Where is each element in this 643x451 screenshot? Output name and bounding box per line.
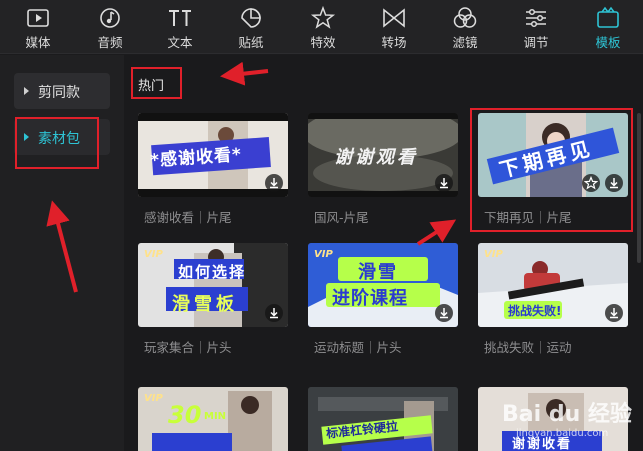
arrow-to-hot <box>220 61 269 86</box>
annotation-arrows <box>46 61 457 293</box>
arrow-to-template <box>416 219 457 246</box>
watermark: Bai du 经验 jingyan.baidu.com <box>498 394 638 446</box>
arrow-to-material-pack <box>46 200 78 293</box>
watermark-url: jingyan.baidu.com <box>516 428 609 439</box>
watermark-text: Bai du 经验 <box>502 402 632 427</box>
